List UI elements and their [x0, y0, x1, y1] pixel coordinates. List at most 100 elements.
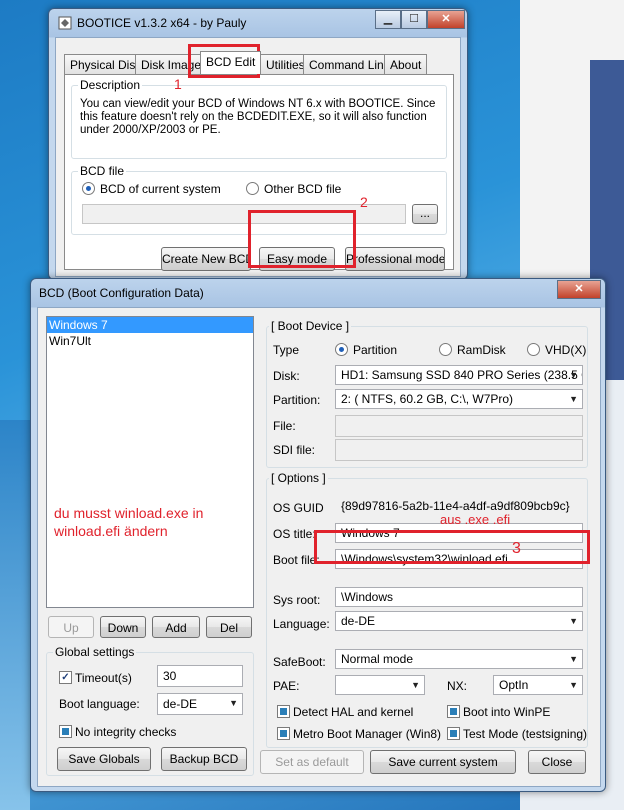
boot-entry-win7ult[interactable]: Win7Ult: [47, 333, 253, 349]
save-globals-button[interactable]: Save Globals: [57, 747, 151, 771]
boot-entry-windows-7[interactable]: Windows 7: [47, 317, 253, 333]
chevron-down-icon: ▼: [569, 394, 578, 404]
type-label: Type: [273, 343, 300, 357]
professional-mode-button[interactable]: Professional mode: [345, 247, 445, 271]
partition-label: Partition:: [273, 393, 321, 407]
chevron-down-icon: ▼: [569, 654, 578, 664]
bcd-close-window-button[interactable]: ✕: [557, 280, 601, 299]
entry-up-button[interactable]: Up: [48, 616, 94, 638]
close-button[interactable]: Close: [528, 750, 586, 774]
pae-label: PAE:: [273, 679, 300, 693]
browse-button[interactable]: ...: [412, 204, 438, 224]
boot-language-label: Boot language:: [59, 697, 140, 711]
nx-select[interactable]: OptIn ▼: [493, 675, 583, 695]
radio-type-partition[interactable]: [335, 343, 348, 356]
os-guid-label: OS GUID: [273, 501, 324, 515]
bcd-file-path-input[interactable]: [82, 204, 406, 224]
chevron-down-icon: ▼: [411, 680, 420, 690]
os-title-label: OS title:: [273, 527, 316, 541]
annotation-hint-line1: du musst winload.exe in: [54, 505, 204, 521]
boot-language-select[interactable]: de-DE ▼: [157, 693, 243, 715]
detect-hal-checkbox[interactable]: [277, 705, 290, 718]
bcd-window-title: BCD (Boot Configuration Data): [39, 286, 204, 300]
annotation-box-easy-mode: [248, 210, 356, 268]
radio-type-partition-label: Partition: [353, 343, 398, 357]
boot-device-label: [ Boot Device ]: [269, 319, 352, 333]
chevron-down-icon: ▼: [569, 370, 578, 380]
boot-winpe-label: Boot into WinPE: [463, 705, 551, 719]
pae-select[interactable]: ▼: [335, 675, 425, 695]
annotation-number-3: 3: [512, 540, 521, 557]
boot-entries-list[interactable]: Windows 7 Win7Ult: [46, 316, 254, 608]
entry-del-button[interactable]: Del: [206, 616, 252, 638]
disk-select[interactable]: HD1: Samsung SSD 840 PRO Series (238.5 G…: [335, 365, 583, 385]
no-integrity-checkbox[interactable]: [59, 725, 72, 738]
radio-other-bcd-file-label: Other BCD file: [264, 182, 342, 196]
boot-winpe-checkbox[interactable]: [447, 705, 460, 718]
description-group-label: Description: [78, 78, 143, 92]
tab-command-line[interactable]: Command Line: [303, 54, 397, 74]
set-as-default-button[interactable]: Set as default: [260, 750, 364, 774]
partition-select[interactable]: 2: ( NTFS, 60.2 GB, C:\, W7Pro) ▼: [335, 389, 583, 409]
create-new-bcd-button[interactable]: Create New BCD: [161, 247, 251, 271]
maximize-button[interactable]: ☐: [401, 10, 427, 29]
tab-bcd-edit[interactable]: BCD Edit: [200, 51, 262, 74]
desktop-background-side: [0, 420, 30, 810]
detect-hal-label: Detect HAL and kernel: [293, 705, 414, 719]
file-input[interactable]: [335, 415, 583, 437]
options-group: [ Options ] OS GUID {89d97816-5a2b-11e4-…: [266, 471, 588, 748]
annotation-exe-to-efi: aus .exe .efi: [440, 512, 511, 527]
safeboot-label: SafeBoot:: [273, 655, 326, 669]
metro-boot-manager-label: Metro Boot Manager (Win8): [293, 727, 442, 741]
boot-device-group: [ Boot Device ] Type Partition RamDisk V…: [266, 319, 588, 468]
file-label: File:: [273, 419, 296, 433]
test-mode-checkbox[interactable]: [447, 727, 460, 740]
timeout-input[interactable]: 30: [157, 665, 243, 687]
annotation-number-1: 1: [174, 76, 182, 92]
sys-root-input[interactable]: \Windows: [335, 587, 583, 607]
minimize-button[interactable]: ▁: [375, 10, 401, 29]
test-mode-label: Test Mode (testsigning): [463, 727, 588, 741]
nx-value: OptIn: [499, 678, 529, 692]
global-settings-group: Global settings Timeout(s) 30 Boot langu…: [46, 645, 254, 776]
tab-strip: Physical Disk Disk Image BCD Edit Utilit…: [64, 51, 454, 76]
safeboot-select[interactable]: Normal mode ▼: [335, 649, 583, 669]
description-text: You can view/edit your BCD of Windows NT…: [80, 98, 436, 136]
radio-type-ramdisk[interactable]: [439, 343, 452, 356]
boot-language-value: de-DE: [163, 697, 198, 711]
chevron-down-icon: ▼: [569, 680, 578, 690]
bcd-file-group-label: BCD file: [78, 164, 127, 178]
bootice-app-icon: [58, 16, 72, 30]
radio-other-bcd-file[interactable]: [246, 182, 259, 195]
annotation-hint: du musst winload.exe in winload.efi ände…: [54, 504, 203, 540]
disk-value: HD1: Samsung SSD 840 PRO Series (238.5 G…: [341, 368, 583, 382]
sdi-file-label: SDI file:: [273, 443, 316, 457]
tab-about[interactable]: About: [384, 54, 428, 74]
radio-type-ramdisk-label: RamDisk: [457, 343, 506, 357]
no-integrity-label: No integrity checks: [75, 725, 177, 739]
entry-down-button[interactable]: Down: [100, 616, 146, 638]
timeout-label: Timeout(s): [75, 671, 132, 685]
radio-bcd-current-system[interactable]: [82, 182, 95, 195]
partition-value: 2: ( NTFS, 60.2 GB, C:\, W7Pro): [341, 392, 514, 406]
save-current-system-button[interactable]: Save current system: [370, 750, 516, 774]
metro-boot-manager-checkbox[interactable]: [277, 727, 290, 740]
radio-type-vhd-label: VHD(X): [545, 343, 587, 357]
annotation-box-boot-file: [314, 530, 590, 564]
sdi-file-input[interactable]: [335, 439, 583, 461]
timeout-checkbox[interactable]: [59, 671, 72, 684]
os-guid-value: {89d97816-5a2b-11e4-a4df-a9df809bcb9c}: [341, 499, 570, 513]
radio-bcd-current-system-label: BCD of current system: [100, 182, 221, 196]
language-select[interactable]: de-DE ▼: [335, 611, 583, 631]
entry-add-button[interactable]: Add: [152, 616, 200, 638]
bootice-titlebar[interactable]: BOOTICE v1.3.2 x64 - by Pauly ▁ ☐ ✕: [49, 9, 467, 37]
chevron-down-icon: ▼: [569, 616, 578, 626]
backup-bcd-button[interactable]: Backup BCD: [161, 747, 247, 771]
annotation-hint-line2: winload.efi ändern: [54, 523, 168, 539]
bcd-titlebar[interactable]: BCD (Boot Configuration Data) ✕: [31, 279, 605, 307]
radio-type-vhd[interactable]: [527, 343, 540, 356]
options-label: [ Options ]: [269, 471, 328, 485]
nx-label: NX:: [447, 679, 468, 693]
sys-root-label: Sys root:: [273, 593, 321, 607]
close-window-button[interactable]: ✕: [427, 10, 465, 29]
